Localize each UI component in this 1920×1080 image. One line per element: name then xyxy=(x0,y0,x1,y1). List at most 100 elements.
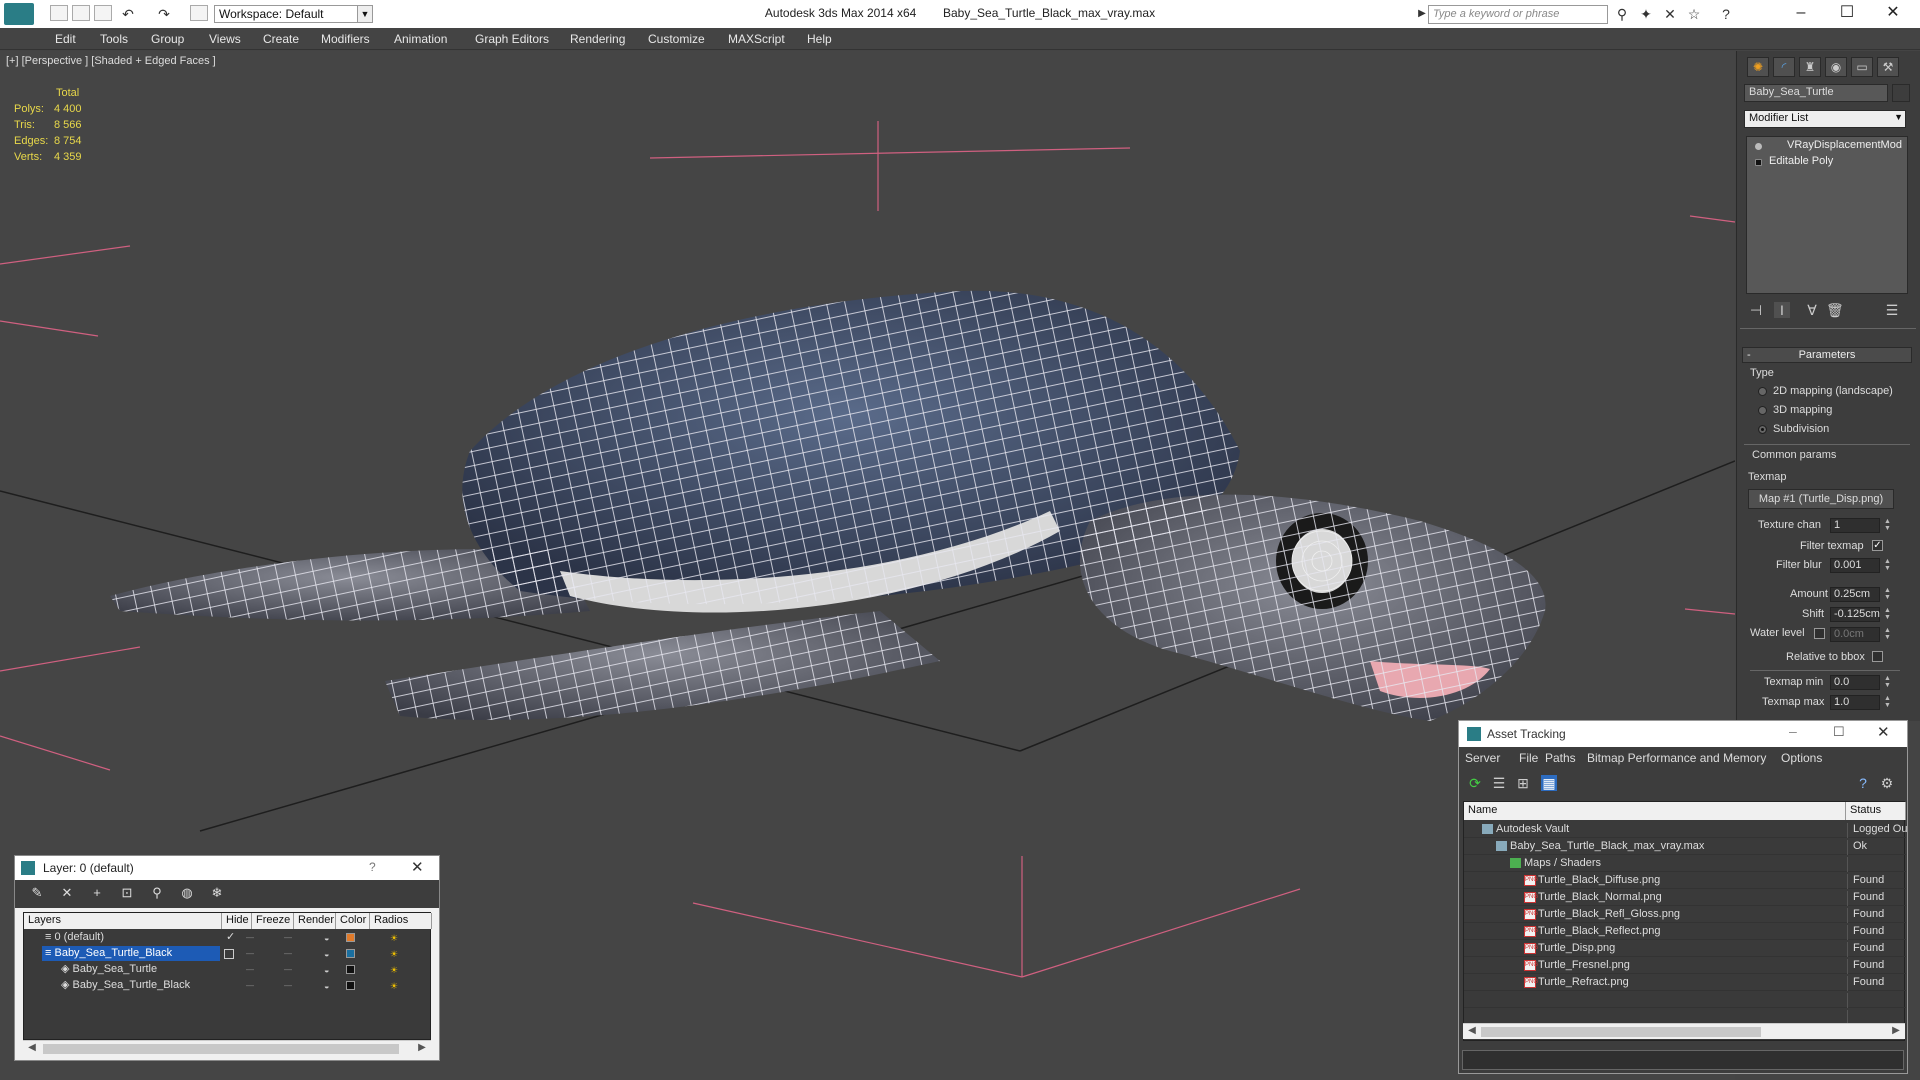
menu-graph-editors[interactable]: Graph Editors xyxy=(475,32,549,46)
hide-all-layers-icon[interactable]: ◍ xyxy=(177,885,197,903)
texmap-min-spinner[interactable]: ▲ ▼ xyxy=(1884,675,1892,690)
amount-spinner[interactable]: ▲ ▼ xyxy=(1884,587,1892,602)
filter-blur-spinner[interactable]: ▲ ▼ xyxy=(1884,558,1892,573)
menu-customize[interactable]: Customize xyxy=(648,32,705,46)
viewport-label[interactable]: [+] [Perspective ] [Shaded + Edged Faces… xyxy=(6,55,216,67)
active-layer-check[interactable]: ✓ xyxy=(226,930,235,943)
asset-row[interactable]: Maps / Shaders xyxy=(1464,855,1906,872)
scroll-right-arrow-icon[interactable]: ▶ xyxy=(415,1042,429,1053)
settings-wrench-icon[interactable]: ⚙ xyxy=(1879,775,1895,791)
layer-color-swatch[interactable] xyxy=(346,933,355,942)
hide-toggle[interactable]: — xyxy=(246,981,258,991)
relative-bbox-checkbox[interactable] xyxy=(1872,651,1883,662)
subscription-icon[interactable]: ✦ xyxy=(1638,6,1654,22)
col-status[interactable]: Status xyxy=(1846,802,1906,820)
texmap-button[interactable]: Map #1 (Turtle_Disp.png) xyxy=(1748,489,1894,509)
filter-blur-input[interactable]: 0.001 xyxy=(1830,558,1880,573)
render-teapot-icon[interactable]: ◒ xyxy=(324,965,336,975)
layer-row[interactable]: ≡ Baby_Sea_Turtle_Black — — ◒ ☀ xyxy=(24,946,432,962)
minimize-button[interactable]: – xyxy=(1789,723,1797,739)
modify-tab-icon[interactable]: ◜ xyxy=(1773,57,1795,77)
layer-color-swatch[interactable] xyxy=(346,965,355,974)
communication-icon[interactable]: ✕ xyxy=(1662,6,1678,22)
parameters-rollout[interactable]: - Parameters xyxy=(1742,347,1912,363)
radio-2d-mapping[interactable] xyxy=(1758,387,1767,396)
scroll-right-arrow-icon[interactable]: ▶ xyxy=(1889,1025,1903,1036)
modifier-toggle-icon[interactable] xyxy=(1755,159,1762,166)
maximize-button[interactable]: ☐ xyxy=(1826,2,1868,24)
menu-rendering[interactable]: Rendering xyxy=(570,32,625,46)
freeze-toggle[interactable]: — xyxy=(284,933,296,943)
water-level-checkbox[interactable] xyxy=(1814,628,1825,639)
texture-chan-spinner[interactable]: ▲ ▼ xyxy=(1884,518,1892,533)
light-bulb-icon[interactable] xyxy=(1755,143,1762,150)
menu-animation[interactable]: Animation xyxy=(394,32,447,46)
menu-help[interactable]: Help xyxy=(807,32,832,46)
radio-subdivision[interactable] xyxy=(1758,425,1767,434)
layer-row[interactable]: ◈ Baby_Sea_Turtle — — ◒ ☀ xyxy=(24,962,432,978)
col-render[interactable]: Render xyxy=(294,913,336,929)
remove-modifier-icon[interactable]: 🗑 xyxy=(1826,302,1844,318)
make-unique-icon[interactable]: ∀ xyxy=(1804,302,1820,318)
radio-3d-mapping[interactable] xyxy=(1758,406,1767,415)
water-level-input[interactable]: 0.0cm xyxy=(1830,627,1880,642)
asset-row[interactable]: PNGTurtle_Black_Normal.png Found xyxy=(1464,889,1906,906)
menu-create[interactable]: Create xyxy=(263,32,299,46)
radiosity-icon[interactable]: ☀ xyxy=(390,933,402,943)
stack-item-vray-displacement[interactable]: VRayDisplacementMod xyxy=(1747,139,1907,155)
layer-row[interactable]: ◈ Baby_Sea_Turtle_Black — — ◒ ☀ xyxy=(24,978,432,994)
add-to-layer-icon[interactable]: + xyxy=(87,885,107,903)
list-view-icon[interactable]: ☰ xyxy=(1491,775,1507,791)
col-hide[interactable]: Hide xyxy=(222,913,252,929)
menu-tools[interactable]: Tools xyxy=(100,32,128,46)
create-tab-icon[interactable]: ✺ xyxy=(1747,57,1769,77)
configure-modifier-sets-icon[interactable]: ☰ xyxy=(1884,302,1900,318)
radiosity-icon[interactable]: ☀ xyxy=(390,981,402,991)
active-layer-checkbox[interactable] xyxy=(224,949,234,959)
asset-row[interactable]: PNGTurtle_Black_Reflect.png Found xyxy=(1464,923,1906,940)
table-view-icon[interactable]: ▦ xyxy=(1541,775,1557,791)
scrollbar-thumb[interactable] xyxy=(1481,1027,1761,1037)
close-button[interactable]: ✕ xyxy=(411,858,424,876)
display-tab-icon[interactable]: ▭ xyxy=(1851,57,1873,77)
help-icon[interactable]: ? xyxy=(1718,6,1734,22)
delete-layer-icon[interactable]: ✕ xyxy=(57,885,77,903)
asset-tracking-header[interactable]: Asset Tracking – ☐ ✕ xyxy=(1459,721,1907,747)
help-button[interactable]: ? xyxy=(369,860,376,874)
close-button[interactable]: ✕ xyxy=(1872,2,1914,24)
stack-item-editable-poly[interactable]: Editable Poly xyxy=(1747,155,1907,171)
refresh-icon[interactable]: ⟳ xyxy=(1467,775,1483,791)
close-button[interactable]: ✕ xyxy=(1877,723,1890,741)
asset-row[interactable]: PNGTurtle_Refract.png Found xyxy=(1464,974,1906,991)
radiosity-icon[interactable]: ☀ xyxy=(390,965,402,975)
menu-maxscript[interactable]: MAXScript xyxy=(728,32,785,46)
col-layers[interactable]: Layers xyxy=(24,913,222,929)
freeze-toggle[interactable]: — xyxy=(284,981,296,991)
col-freeze[interactable]: Freeze xyxy=(252,913,294,929)
asset-row[interactable]: PNGTurtle_Black_Diffuse.png Found xyxy=(1464,872,1906,889)
hide-toggle[interactable]: — xyxy=(246,949,258,959)
texmap-max-spinner[interactable]: ▲ ▼ xyxy=(1884,695,1892,710)
show-end-result-icon[interactable]: I xyxy=(1774,302,1790,318)
object-color-swatch[interactable] xyxy=(1892,84,1910,102)
tree-view-icon[interactable]: ⊞ xyxy=(1515,775,1531,791)
layer-color-swatch[interactable] xyxy=(346,981,355,990)
layer-color-swatch[interactable] xyxy=(346,949,355,958)
asset-row[interactable]: PNGTurtle_Black_Refl_Gloss.png Found xyxy=(1464,906,1906,923)
asset-row[interactable]: PNGTurtle_Disp.png Found xyxy=(1464,940,1906,957)
texmap-max-input[interactable]: 1.0 xyxy=(1830,695,1880,710)
utilities-tab-icon[interactable]: ⚒ xyxy=(1877,57,1899,77)
render-teapot-icon[interactable]: ◒ xyxy=(324,949,336,959)
render-teapot-icon[interactable]: ◒ xyxy=(324,981,336,991)
freeze-toggle[interactable]: — xyxy=(284,965,296,975)
layer-dialog-header[interactable]: Layer: 0 (default) ? ✕ xyxy=(15,856,439,880)
filter-texmap-checkbox[interactable]: ✓ xyxy=(1872,540,1883,551)
new-layer-icon[interactable]: ✎ xyxy=(27,885,47,903)
menu-options[interactable]: Options xyxy=(1781,751,1822,765)
help-question-icon[interactable]: ? xyxy=(1855,775,1871,791)
asset-row[interactable]: Autodesk Vault Logged Out xyxy=(1464,821,1907,838)
menu-group[interactable]: Group xyxy=(151,32,184,46)
scroll-left-arrow-icon[interactable]: ◀ xyxy=(1465,1025,1479,1036)
shift-spinner[interactable]: ▲ ▼ xyxy=(1884,607,1892,622)
menu-bitmap-performance[interactable]: Bitmap Performance and Memory xyxy=(1587,751,1766,765)
